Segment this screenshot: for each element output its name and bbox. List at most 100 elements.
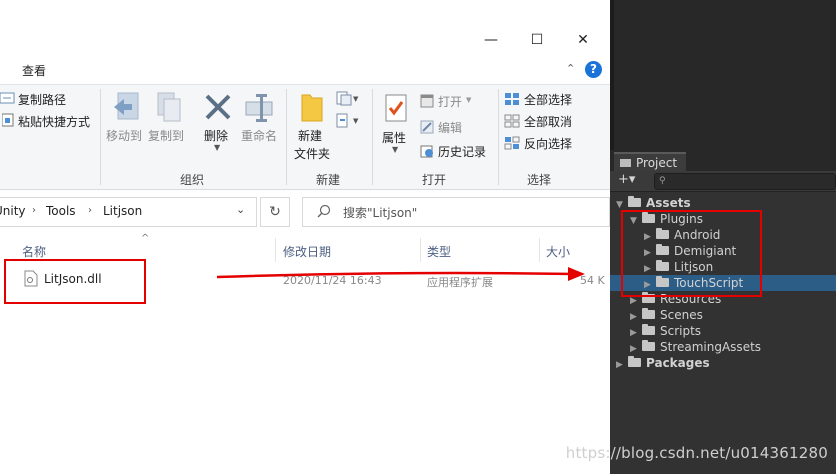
tree-item-label: Scenes — [660, 308, 703, 322]
folder-icon — [620, 159, 631, 167]
delete-button[interactable]: 删除 ▼ — [202, 89, 236, 153]
invert-selection-icon — [504, 136, 520, 150]
column-type[interactable]: 类型 — [427, 243, 451, 260]
annotation-box-file — [4, 259, 146, 304]
annotation-box-plugins — [621, 210, 762, 297]
rename-button[interactable]: 重命名 — [240, 89, 280, 153]
group-organize-label: 组织 — [180, 173, 205, 187]
project-search-input[interactable]: ⚲ — [654, 173, 836, 190]
tree-item-scenes[interactable]: ▶ Scenes — [610, 307, 836, 323]
title-bar: — ☐ ✕ — [0, 22, 610, 58]
column-divider — [275, 238, 276, 262]
refresh-button[interactable]: ↻ — [260, 197, 290, 227]
group-select-label: 选择 — [527, 173, 552, 187]
svg-text:▼: ▼ — [353, 95, 359, 103]
column-divider — [420, 238, 421, 262]
select-none-label: 全部取消 — [524, 115, 573, 129]
folder-icon — [642, 308, 655, 319]
tree-item-label: Packages — [646, 356, 710, 370]
move-to-label: 移动到 — [106, 129, 143, 143]
help-icon[interactable]: ? — [585, 61, 602, 78]
address-row: Unity › Tools › Litjson ⌄ ↻ 搜索"Litjson" — [0, 193, 610, 229]
panel-divider — [610, 0, 614, 150]
properties-label: 属性 — [382, 131, 407, 145]
search-icon — [317, 204, 331, 218]
ribbon-separator — [498, 89, 499, 185]
copy-to-icon — [157, 92, 181, 122]
sort-ascending-icon: ^ — [141, 233, 150, 244]
column-size[interactable]: 大小 — [546, 243, 570, 260]
select-all-icon — [505, 93, 519, 105]
invert-selection-label: 反向选择 — [524, 137, 573, 151]
edit-label: 编辑 — [438, 121, 463, 135]
tree-item-streamingassets[interactable]: ▶ StreamingAssets — [610, 339, 836, 355]
file-explorer-window: — ☐ ✕ 查看 ⌃ ? 复制路径 粘贴快捷方式 移动到 复制到 删除 ▼ 重命… — [0, 0, 610, 474]
rename-icon — [245, 94, 273, 122]
copy-path-icon — [0, 92, 15, 104]
annotation-arrow — [216, 267, 585, 281]
tree-item-assets[interactable]: ▼ Assets — [610, 195, 836, 211]
new-item-button[interactable]: ▼ — [336, 91, 360, 111]
select-all-label: 全部选择 — [524, 93, 573, 107]
open-label: 打开 — [438, 95, 463, 109]
search-placeholder: 搜索"Litjson" — [343, 206, 418, 220]
delete-icon — [205, 94, 231, 120]
breadcrumb-tools[interactable]: Tools — [46, 204, 76, 218]
breadcrumb-unity[interactable]: Unity — [0, 204, 26, 218]
edit-icon — [420, 120, 434, 134]
column-name[interactable]: 名称 — [22, 243, 46, 260]
address-bar[interactable]: Unity › Tools › Litjson ⌄ — [0, 197, 257, 227]
ribbon-separator — [100, 89, 101, 185]
delete-label: 删除 — [204, 129, 229, 143]
breadcrumb-litjson[interactable]: Litjson — [103, 204, 142, 218]
properties-button[interactable]: 属性 ▼ — [378, 89, 414, 163]
collapse-ribbon-icon[interactable]: ⌃ — [566, 62, 575, 75]
new-folder-button[interactable]: 新建 文件夹 — [292, 89, 332, 163]
search-icon: ⚲ — [659, 176, 666, 186]
copy-to-button[interactable]: 复制到 — [148, 89, 188, 153]
refresh-icon: ↻ — [269, 204, 281, 220]
tree-item-label: Scripts — [660, 324, 702, 338]
paste-shortcut-label: 粘贴快捷方式 — [18, 115, 91, 129]
breadcrumb-chevron-icon: › — [32, 205, 36, 216]
watermark-text: https://blog.csdn.net/u014361280 — [565, 444, 828, 462]
tree-item-scripts[interactable]: ▶ Scripts — [610, 323, 836, 339]
address-dropdown-icon[interactable]: ⌄ — [236, 203, 245, 216]
tree-item-label: StreamingAssets — [660, 340, 762, 354]
tree-item-label: Assets — [646, 196, 691, 210]
move-to-icon — [114, 92, 139, 120]
unity-upper-area — [610, 0, 836, 150]
paste-shortcut-icon — [2, 113, 14, 127]
select-none-icon — [504, 114, 520, 128]
move-to-button[interactable]: 移动到 — [106, 89, 146, 153]
create-button[interactable]: +▾ — [618, 171, 635, 189]
search-input[interactable]: 搜索"Litjson" — [302, 197, 610, 227]
breadcrumb-chevron-icon: › — [88, 205, 92, 216]
collapsed-triangle-icon: ▶ — [616, 360, 623, 370]
new-folder-label-1: 新建 — [298, 129, 323, 143]
group-new-label: 新建 — [316, 173, 341, 187]
new-item-icon: ▼ — [336, 91, 359, 106]
easy-access-icon: ▼ — [336, 113, 359, 128]
maximize-button[interactable]: ☐ — [514, 22, 560, 58]
history-label: 历史记录 — [438, 145, 487, 159]
chevron-down-icon: ▼ — [392, 145, 399, 154]
easy-access-button[interactable]: ▼ — [336, 113, 360, 133]
chevron-down-icon: ▼ — [466, 96, 472, 104]
chevron-down-icon: ▼ — [214, 143, 221, 152]
svg-text:▼: ▼ — [353, 117, 359, 125]
group-open-label: 打开 — [422, 173, 447, 187]
copy-to-label: 复制到 — [148, 129, 185, 143]
folder-icon — [628, 196, 641, 207]
tree-item-packages[interactable]: ▶ Packages — [610, 355, 836, 371]
properties-icon — [385, 94, 407, 122]
column-date[interactable]: 修改日期 — [283, 243, 331, 260]
folder-icon — [642, 340, 655, 351]
close-button[interactable]: ✕ — [560, 22, 606, 58]
minimize-button[interactable]: — — [468, 22, 514, 58]
ribbon-separator — [372, 89, 373, 185]
menu-view[interactable]: 查看 — [22, 62, 46, 79]
menu-bar: 查看 ⌃ ? — [0, 58, 610, 84]
rename-label: 重命名 — [241, 129, 278, 143]
new-folder-label-2: 文件夹 — [294, 147, 331, 161]
